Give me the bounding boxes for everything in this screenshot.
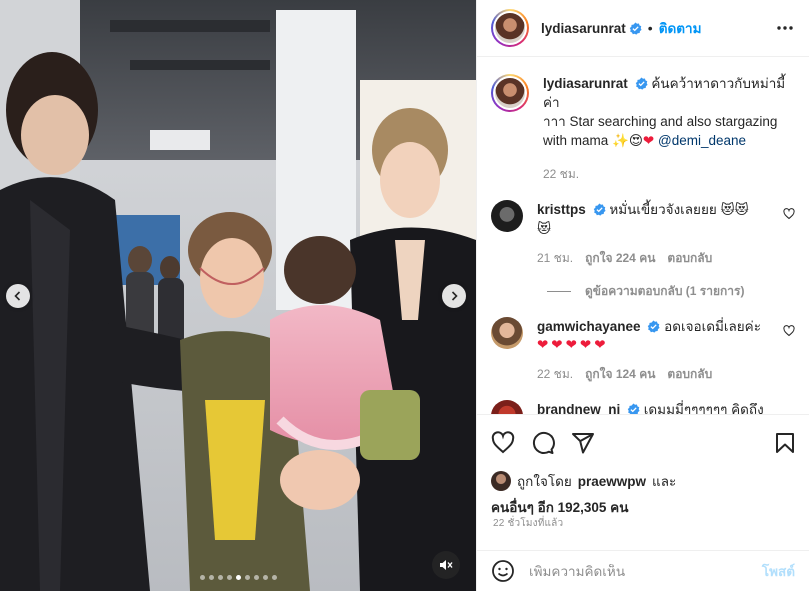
carousel-dot [208, 575, 214, 580]
verified-badge-icon [627, 403, 640, 414]
divider-line [547, 291, 571, 292]
chevron-left-icon [14, 291, 21, 301]
verified-badge-icon [629, 21, 642, 35]
follow-button[interactable]: ติดตาม [659, 17, 702, 39]
post-comment-button[interactable]: โพสต์ [762, 560, 795, 582]
comment-emoji: 😻😻 [720, 202, 749, 218]
liker-avatar[interactable] [491, 471, 511, 491]
heart-icon[interactable] [491, 430, 515, 455]
caption-username[interactable]: lydiasarunrat [543, 76, 628, 91]
video-frame [0, 0, 476, 591]
comment-emoji: ❤❤❤❤❤ [537, 337, 609, 353]
commenter-avatar[interactable] [491, 317, 523, 349]
author-username[interactable]: lydiasarunrat [541, 21, 626, 36]
caption-text-line2: าาา Star searching and also stargazing [543, 114, 778, 129]
commenter-avatar[interactable] [491, 200, 523, 232]
heart-icon[interactable] [783, 325, 795, 337]
carousel-dot [244, 575, 250, 580]
commenter-username[interactable]: brandnew_nj [537, 402, 620, 414]
add-comment-bar: โพสต์ [477, 550, 809, 591]
carousel-dot [262, 575, 268, 580]
caption-timestamp[interactable]: 22 ชม. [543, 165, 579, 184]
comment-item: brandnew_nj เดมมมี่ๆๆๆๆๆๆ คิดถึงจัง [491, 400, 795, 414]
likes-count[interactable]: คนอื่นๆ อีก 192,305 คน [491, 496, 795, 518]
view-replies-label: ดูข้อความตอบกลับ (1 รายการ) [585, 284, 745, 298]
next-media-button[interactable] [442, 284, 466, 308]
chevron-right-icon [451, 291, 458, 301]
comment-like-count[interactable]: ถูกใจ 124 คน [585, 365, 655, 384]
carousel-dot [235, 575, 241, 580]
caption-emoji: ✨😍 [612, 133, 643, 149]
comment-like-count[interactable]: ถูกใจ 224 คน [585, 249, 655, 268]
comment-timestamp[interactable]: 22 ชม. [537, 365, 573, 384]
more-options-icon[interactable] [775, 18, 795, 38]
post-timestamp[interactable]: 22 ชั่วโมงที่แล้ว [493, 516, 563, 531]
post-header: lydiasarunrat • ติดตาม [477, 0, 809, 57]
caption-mention-link[interactable]: @demi_deane [658, 133, 746, 148]
likes-prefix: ถูกใจโดย [517, 474, 572, 489]
post-details-panel: lydiasarunrat • ติดตาม lydiasarunrat ค้น… [476, 0, 809, 591]
carousel-dot [199, 575, 205, 580]
comment-input[interactable] [529, 563, 748, 579]
reply-button[interactable]: ตอบกลับ [667, 365, 712, 384]
carousel-dot [271, 575, 277, 580]
verified-badge-icon [635, 77, 648, 90]
comment-item: gamwichayanee อดเจอเดมี่เลยค่ะ ❤❤❤❤❤ 22 … [491, 317, 795, 384]
likes-summary: ถูกใจโดย praewwpw และ คนอื่นๆ อีก 192,30… [491, 470, 795, 518]
caption-text-line3: with mama [543, 133, 609, 148]
comments-list[interactable]: lydiasarunrat ค้นคว้าหาดาวกับหม่ามี้ค่า … [477, 58, 809, 414]
mute-toggle-button[interactable] [432, 551, 460, 579]
caption-heart-emoji: ❤ [642, 133, 655, 149]
verified-badge-icon [648, 320, 660, 333]
share-icon[interactable] [571, 431, 595, 455]
carousel-dot [253, 575, 259, 580]
likes-suffix: และ [652, 474, 677, 489]
view-replies-button[interactable]: ดูข้อความตอบกลับ (1 รายการ) [547, 282, 795, 301]
commenter-avatar[interactable] [491, 400, 523, 414]
bookmark-icon[interactable] [773, 431, 797, 455]
caption-avatar[interactable] [491, 74, 529, 112]
carousel-dot [226, 575, 232, 580]
heart-icon[interactable] [783, 208, 795, 220]
reply-button[interactable]: ตอบกลับ [667, 249, 712, 268]
carousel-indicator [0, 575, 476, 580]
post-caption: lydiasarunrat ค้นคว้าหาดาวกับหม่ามี้ค่า … [491, 74, 795, 184]
emoji-icon[interactable] [491, 559, 515, 583]
comment-item: kristtps หมั่นเขี้ยวจังเลยยย 😻😻 😻 21 ชม.… [491, 200, 795, 268]
comment-text: อดเจอเดมี่เลยค่ะ [664, 319, 761, 334]
previous-media-button[interactable] [6, 284, 30, 308]
comment-icon[interactable] [531, 431, 555, 455]
author-avatar[interactable] [491, 9, 529, 47]
comment-timestamp[interactable]: 21 ชม. [537, 249, 573, 268]
commenter-username[interactable]: gamwichayanee [537, 319, 641, 334]
comment-emoji: 😻 [537, 221, 552, 237]
post-media[interactable] [0, 0, 476, 591]
comment-text: หมั่นเขี้ยวจังเลยยย [609, 202, 717, 217]
muted-speaker-icon [440, 560, 453, 570]
commenter-username[interactable]: kristtps [537, 202, 586, 217]
liker-username[interactable]: praewwpw [578, 474, 646, 489]
verified-badge-icon [593, 203, 606, 216]
post-actions-bar [477, 414, 809, 470]
carousel-dot [217, 575, 223, 580]
